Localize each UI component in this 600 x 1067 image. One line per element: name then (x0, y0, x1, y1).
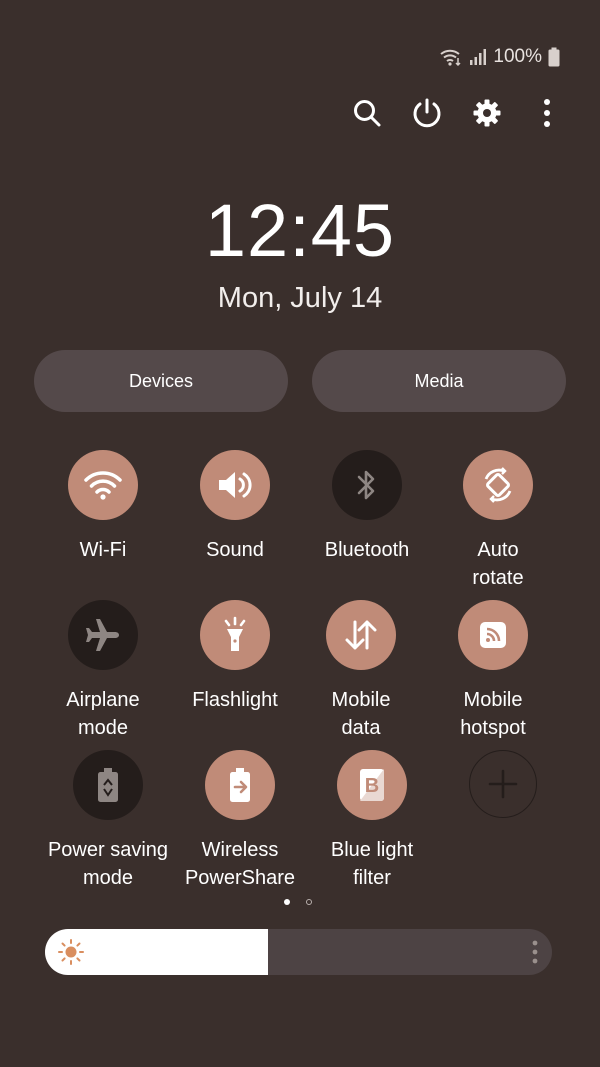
media-button[interactable]: Media (312, 350, 566, 412)
tile-label: Flashlight (192, 689, 278, 711)
tile-label: Blue light filter (330, 839, 414, 889)
page-dot-active (284, 899, 290, 905)
page-indicator (284, 899, 312, 905)
tile-label: Airplane mode (66, 689, 140, 739)
tile-label: Wi-Fi (79, 539, 127, 561)
power-saving-icon[interactable] (73, 750, 143, 820)
search-button[interactable] (350, 92, 384, 134)
sound-icon[interactable] (200, 450, 270, 520)
power-button[interactable] (410, 92, 444, 134)
blue-light-filter-icon[interactable]: B (337, 750, 407, 820)
tile-sound[interactable]: Sound (165, 450, 305, 564)
tile-add[interactable] (433, 750, 573, 818)
wifi-status-icon (439, 47, 463, 67)
tile-mobile-hotspot[interactable]: Mobile hotspot (423, 600, 563, 742)
wireless-powershare-icon[interactable] (205, 750, 275, 820)
battery-icon (548, 47, 560, 67)
devices-button[interactable]: Devices (34, 350, 288, 412)
tile-label: Power saving mode (47, 839, 169, 889)
tile-power-saving-mode[interactable]: Power saving mode (38, 750, 178, 892)
auto-rotate-icon[interactable] (463, 450, 533, 520)
airplane-icon[interactable] (68, 600, 138, 670)
tile-label: Sound (206, 539, 264, 561)
quick-panel-actions (350, 92, 564, 134)
more-options-button[interactable] (530, 92, 564, 134)
tile-mobile-data[interactable]: Mobile data (291, 600, 431, 742)
tile-wifi[interactable]: Wi-Fi (33, 450, 173, 564)
gear-icon (473, 99, 501, 127)
hotspot-icon[interactable] (458, 600, 528, 670)
svg-text:B: B (365, 775, 379, 797)
page-dot (306, 899, 312, 905)
signal-icon (469, 48, 487, 66)
tile-auto-rotate[interactable]: Auto rotate (428, 450, 568, 592)
tile-blue-light-filter[interactable]: B Blue light filter (302, 750, 442, 892)
tile-bluetooth[interactable]: Bluetooth (297, 450, 437, 564)
brightness-more-icon[interactable] (532, 940, 538, 964)
status-bar: 100% (439, 46, 560, 68)
flashlight-icon[interactable] (200, 600, 270, 670)
clock-time[interactable]: 12:45 (0, 188, 600, 273)
tile-flashlight[interactable]: Flashlight (165, 600, 305, 714)
tile-label: Mobile hotspot (460, 689, 526, 739)
more-vertical-icon (544, 99, 550, 127)
battery-percent: 100% (493, 46, 542, 67)
settings-button[interactable] (470, 92, 504, 134)
tile-airplane-mode[interactable]: Airplane mode (33, 600, 173, 742)
tile-label: Bluetooth (324, 539, 410, 561)
mobile-data-icon[interactable] (326, 600, 396, 670)
sun-icon (58, 939, 84, 965)
add-icon[interactable] (469, 750, 537, 818)
tile-label: Mobile data (331, 689, 391, 739)
tile-wireless-powershare[interactable]: Wireless PowerShare (170, 750, 310, 892)
power-icon (413, 98, 441, 128)
search-icon (354, 100, 381, 127)
bluetooth-icon[interactable] (332, 450, 402, 520)
wifi-icon[interactable] (68, 450, 138, 520)
tile-label: Auto rotate (472, 539, 524, 589)
brightness-slider[interactable] (45, 929, 552, 975)
clock-date[interactable]: Mon, July 14 (0, 282, 600, 315)
tile-label: Wireless PowerShare (184, 839, 296, 889)
